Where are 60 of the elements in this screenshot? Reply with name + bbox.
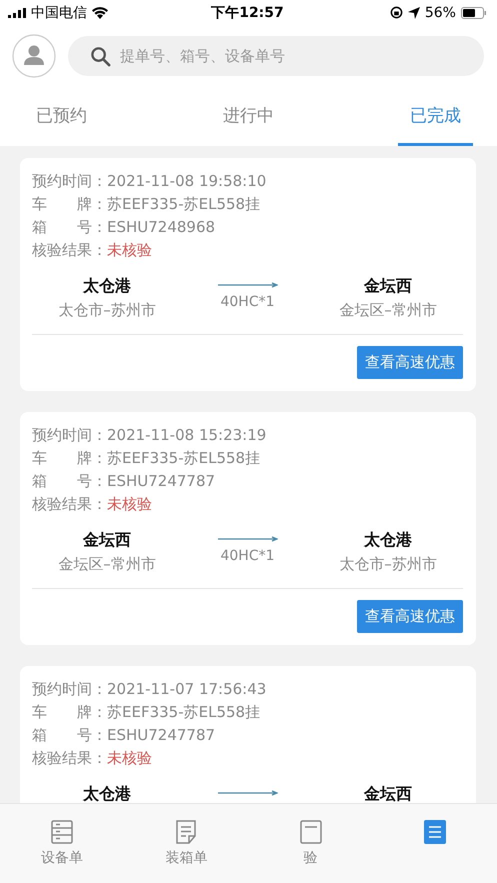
field-label: 车 牌：: [32, 703, 107, 721]
clock-time: 下午12:57: [211, 4, 284, 22]
field-label: 箱 号：: [32, 472, 107, 490]
battery-icon: [460, 6, 487, 18]
location-icon: [408, 6, 420, 18]
search-field[interactable]: 提单号、箱号、设备单号: [68, 36, 484, 76]
origin-city: 金坛区–常州市: [57, 554, 157, 575]
highway-discount-button[interactable]: 查看高速优惠: [357, 346, 463, 379]
destination-city: 金坛区–常州市: [338, 300, 438, 321]
avatar-icon[interactable]: [12, 34, 56, 78]
highway-discount-button[interactable]: 查看高速优惠: [357, 600, 463, 633]
field-label: 箱 号：: [32, 726, 107, 744]
origin-station: 金坛西: [82, 529, 132, 551]
route-arrow-icon: [218, 536, 278, 542]
status-tab[interactable]: 已完成: [398, 88, 473, 146]
destination-station: 金坛西: [362, 275, 413, 297]
wifi-icon: [92, 6, 108, 18]
field-label: 预约时间：: [32, 426, 107, 444]
origin-station: 太仓港: [82, 783, 132, 803]
cabinet-icon: [49, 819, 76, 845]
field-value: 2021-11-08 19:58:10: [107, 172, 266, 190]
status-tab[interactable]: 已预约: [24, 88, 99, 146]
destination-station: 金坛西: [362, 783, 413, 803]
form-icon: [298, 819, 324, 845]
field-value: ESHU7247787: [107, 726, 216, 744]
field-label: 预约时间：: [32, 172, 107, 190]
field-value: 苏EEF335-苏EL558挂: [107, 195, 260, 213]
container-spec: 40HC*1: [220, 548, 275, 564]
route-arrow-icon: [218, 790, 278, 796]
field-value: ESHU7248968: [107, 218, 216, 236]
destination-station: 太仓港: [362, 529, 413, 551]
field-value: 未核验: [107, 495, 152, 513]
container-spec: 40HC*1: [220, 294, 275, 310]
field-value: 2021-11-07 17:56:43: [107, 680, 266, 698]
list-icon: [422, 819, 448, 845]
carrier-name: 中国电信: [31, 4, 87, 22]
field-label: 核验结果：: [32, 749, 107, 767]
field-label: 核验结果：: [32, 241, 107, 259]
field-label: 箱 号：: [32, 218, 107, 236]
battery-percent: 56%: [424, 4, 456, 20]
tab-bar-item[interactable]: 验: [248, 818, 373, 868]
destination-city: 太仓市–苏州市: [338, 554, 438, 575]
field-label: 核验结果：: [32, 495, 107, 513]
field-value: 未核验: [107, 241, 152, 259]
origin-city: 太仓市–苏州市: [57, 300, 157, 321]
field-value: ESHU7247787: [107, 472, 216, 490]
origin-station: 太仓港: [82, 275, 132, 297]
field-value: 未核验: [107, 749, 152, 767]
rotation-lock-icon: [390, 6, 403, 19]
field-label: 车 牌：: [32, 195, 107, 213]
signal-icon: [8, 8, 26, 18]
status-tab[interactable]: 进行中: [211, 88, 286, 146]
field-label: 车 牌：: [32, 449, 107, 467]
field-label: 预约时间：: [32, 680, 107, 698]
tab-bar-item[interactable]: 装箱单: [124, 818, 248, 868]
route-arrow-icon: [218, 282, 278, 288]
field-value: 2021-11-08 15:23:19: [107, 426, 266, 444]
field-value: 苏EEF335-苏EL558挂: [107, 703, 260, 721]
field-value: 苏EEF335-苏EL558挂: [107, 449, 260, 467]
tab-bar-item[interactable]: 设备单: [0, 818, 124, 868]
